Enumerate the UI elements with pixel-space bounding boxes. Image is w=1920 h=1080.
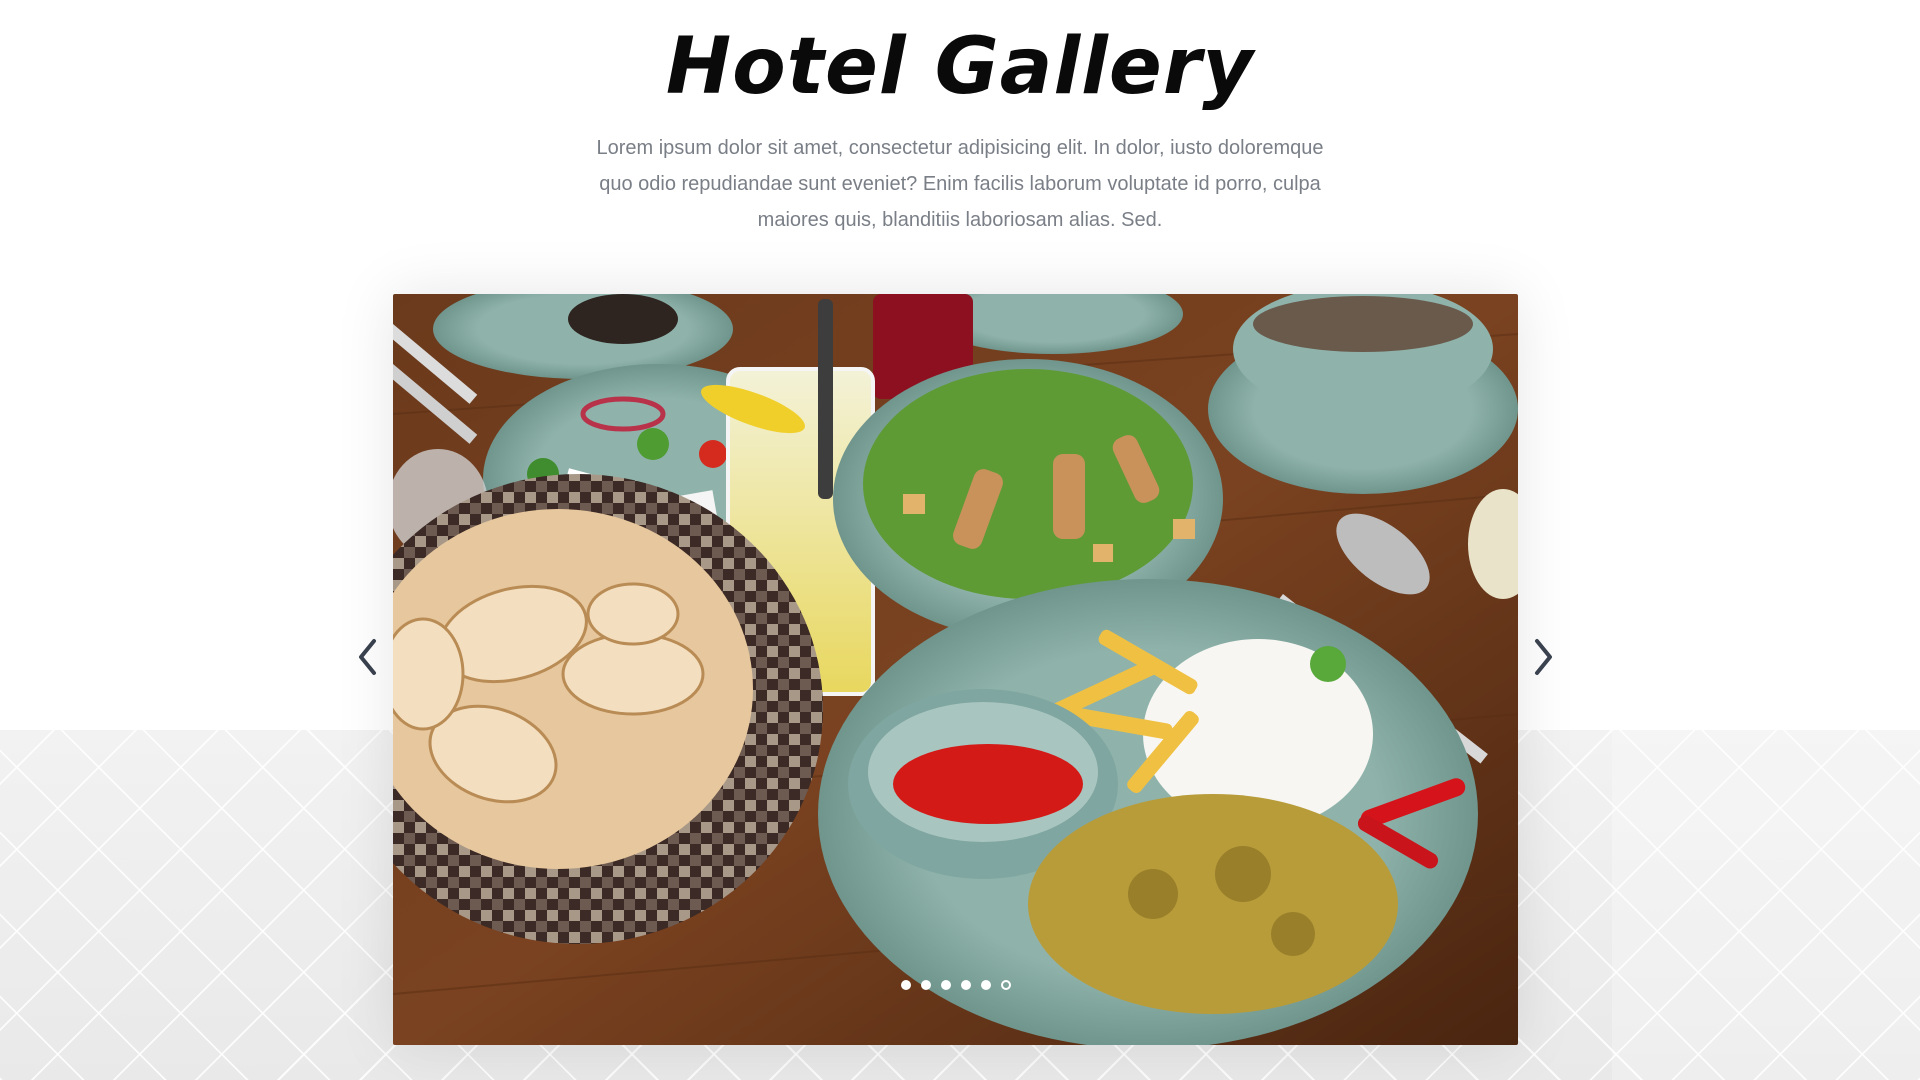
prev-slide-button[interactable] xyxy=(348,632,388,682)
carousel-dot-active[interactable] xyxy=(1000,980,1011,990)
page: Hotel Gallery Lorem ipsum dolor sit amet… xyxy=(0,0,1920,1080)
page-title: Hotel Gallery xyxy=(665,22,1255,112)
gallery-header: Hotel Gallery Lorem ipsum dolor sit amet… xyxy=(0,0,1920,238)
chevron-right-icon xyxy=(1535,639,1552,675)
pattern-column xyxy=(1612,730,1920,1080)
gallery-slide-image xyxy=(393,294,1518,1045)
carousel-dot[interactable] xyxy=(900,980,911,990)
carousel-dot[interactable] xyxy=(980,980,991,990)
gallery-description: Lorem ipsum dolor sit amet, consectetur … xyxy=(596,137,1324,231)
carousel-dot[interactable] xyxy=(920,980,931,990)
gallery-carousel[interactable] xyxy=(393,294,1518,1045)
carousel-pagination xyxy=(393,980,1518,990)
carousel-dot[interactable] xyxy=(940,980,951,990)
next-slide-button[interactable] xyxy=(1523,632,1563,682)
chevron-left-icon xyxy=(359,639,376,675)
carousel-dot[interactable] xyxy=(960,980,971,990)
